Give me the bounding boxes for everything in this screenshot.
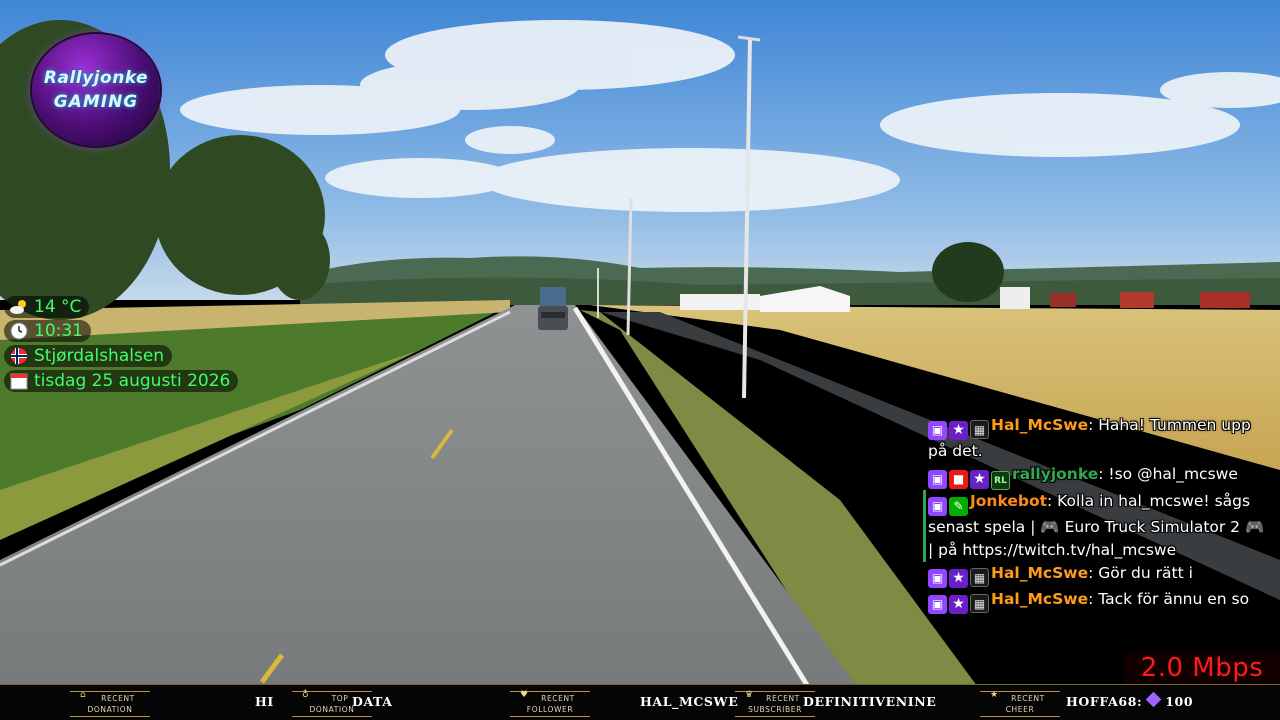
chat-username: Hal_McSwe: [991, 416, 1089, 434]
chat-overlay: ▣ ★ ▦ Hal_McSwe: Haha! Tummen upp på det. ▣…: [923, 414, 1268, 614]
recent-donation-label: ⌂ RECENT DONATION: [70, 690, 150, 717]
recent-cheer-value: HOFFA68: 100: [1066, 691, 1194, 709]
logo-disc: [32, 34, 160, 146]
cheer-amount: 100: [1165, 694, 1194, 709]
recent-cheer-label: ★ RECENT CHEER: [980, 690, 1060, 717]
top-donation-value: DATA: [352, 694, 393, 709]
recent-subscriber-segment: ♛ RECENT SUBSCRIBER DEFINITIVENINE: [735, 685, 945, 720]
recent-cheer-segment: ★ RECENT CHEER HOFFA68: 100: [980, 685, 1193, 720]
logo-line1: Rallyjonke: [43, 68, 149, 88]
top-donation-segment: ♁ TOP DONATION DATA: [292, 685, 492, 720]
twitch-badge-icon: ▣: [928, 569, 947, 588]
bitrate-indicator: 2.0 Mbps: [1124, 651, 1280, 685]
chat-username: rallyjonke: [1012, 465, 1099, 483]
star-badge-icon: ★: [949, 569, 968, 588]
star-badge-icon: ★: [970, 470, 989, 489]
gamer-badge-icon: ▦: [970, 594, 989, 613]
temperature-text: 14 °C: [34, 297, 82, 317]
norway-flag-icon: [8, 347, 30, 365]
chat-text: : Gör du rätt i: [1088, 564, 1193, 582]
date-text: tisdag 25 augusti 2026: [34, 371, 231, 391]
time-row: 10:31: [4, 320, 91, 342]
twitch-badge-icon: ▣: [928, 497, 947, 516]
location-text: Stjørdalshalsen: [34, 346, 165, 366]
twitch-badge-icon: ▣: [928, 470, 947, 489]
trophy-icon: ♛: [745, 690, 754, 700]
chat-message: ▣ ★ ▦ Hal_McSwe: Gör du rätt i: [928, 562, 1268, 588]
recent-follower-value: HAL_MCSWE: [640, 694, 739, 709]
clock-icon: [8, 322, 30, 340]
recent-follower-segment: ♥ RECENT FOLLOWER HAL_MCSWE: [510, 685, 738, 720]
chat-text: : !so @hal_mcswe: [1098, 465, 1238, 483]
money-bag-icon: ♁: [302, 690, 310, 700]
star-badge-icon: ★: [949, 421, 968, 440]
chat-message: ▣ ■ ★ RL rallyjonke: !so @hal_mcswe: [928, 463, 1268, 490]
recent-donation-value: HI: [255, 694, 274, 709]
calendar-icon: [8, 372, 30, 390]
twitch-badge-icon: ▣: [928, 595, 947, 614]
star-badge-icon: ★: [949, 595, 968, 614]
gamer-badge-icon: ▦: [970, 420, 989, 439]
money-bag-icon: ⌂: [80, 690, 87, 700]
recent-donation-segment: ⌂ RECENT DONATION HI: [70, 685, 280, 720]
broadcaster-badge-icon: ■: [949, 470, 968, 489]
logo-line2: GAMING: [53, 92, 139, 112]
heart-icon: ♥: [520, 690, 529, 700]
chat-message: ▣ ★ ▦ Hal_McSwe: Haha! Tummen upp på det.: [928, 414, 1268, 463]
cheer-user: HOFFA68:: [1066, 694, 1143, 709]
twitch-badge-icon: ▣: [928, 421, 947, 440]
chat-text: : Tack för ännu en so: [1088, 590, 1250, 608]
partly-cloudy-icon: [8, 298, 30, 316]
channel-logo: Rallyjonke GAMING: [32, 34, 160, 146]
recent-subscriber-value: DEFINITIVENINE: [803, 694, 937, 709]
bits-gem-icon: [1145, 691, 1162, 708]
weather-row: 14 °C: [4, 296, 90, 318]
chat-message: ▣ ✎ Jonkebot: Kolla in hal_mcswe! sågs sen…: [923, 490, 1268, 562]
stream-event-bar: ⌂ RECENT DONATION HI ♁ TOP DONATION DATA…: [0, 684, 1280, 720]
date-row: tisdag 25 augusti 2026: [4, 370, 239, 392]
time-text: 10:31: [34, 321, 83, 341]
star-icon: ★: [990, 690, 999, 700]
gamer-badge-icon: ▦: [970, 568, 989, 587]
chat-username: Hal_McSwe: [991, 590, 1089, 608]
rl-badge-icon: RL: [991, 471, 1010, 490]
chat-message: ▣ ★ ▦ Hal_McSwe: Tack för ännu en so: [928, 588, 1268, 614]
chat-username: Hal_McSwe: [991, 564, 1089, 582]
location-row: Stjørdalshalsen: [4, 345, 173, 367]
chat-username: Jonkebot: [970, 492, 1048, 510]
recent-follower-label: ♥ RECENT FOLLOWER: [510, 690, 590, 717]
moderator-badge-icon: ✎: [949, 497, 968, 516]
